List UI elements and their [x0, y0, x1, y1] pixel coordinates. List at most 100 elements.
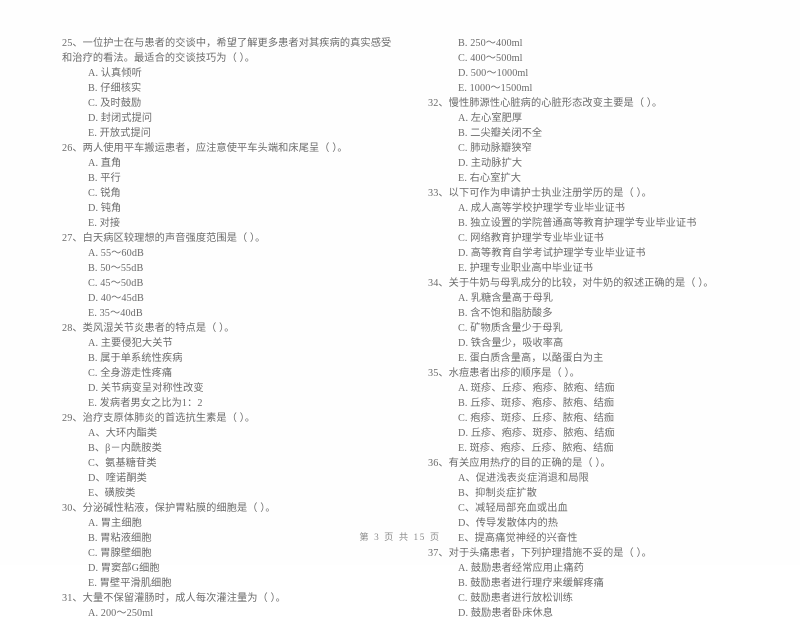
option-list: A. 直角 B. 平行 C. 锐角 D. 钝角 E. 对接 [62, 156, 392, 231]
option-d[interactable]: D. 主动脉扩大 [428, 156, 766, 171]
option-c[interactable]: C. 及时鼓励 [62, 96, 392, 111]
option-e[interactable]: E. 蛋白质含量高，以酪蛋白为主 [428, 351, 766, 366]
question-27: 27、白天病区较理想的声音强度范围是（ ）。 A. 55～60dB B. 50～… [62, 231, 392, 321]
question-25: 25、一位护士在与患者的交谈中，希望了解更多患者对其疾病的真实感受和治疗的看法。… [62, 36, 392, 141]
page-footer: 第 3 页 共 15 页 [359, 532, 441, 542]
option-b[interactable]: B. 丘疹、斑疹、疱疹、脓疱、结痂 [428, 396, 766, 411]
option-c[interactable]: C. 鼓励患者进行放松训练 [428, 591, 766, 606]
option-e[interactable]: E. 护理专业职业高中毕业证书 [428, 261, 766, 276]
exam-page: 25、一位护士在与患者的交谈中，希望了解更多患者对其疾病的真实感受和治疗的看法。… [0, 0, 800, 619]
option-e[interactable]: E. 右心室扩大 [428, 171, 766, 186]
option-a[interactable]: A. 主要侵犯大关节 [62, 336, 392, 351]
option-b[interactable]: B. 50～55dB [62, 261, 392, 276]
option-list: A. 乳糖含量高于母乳 B. 含不饱和脂肪酸多 C. 矿物质含量少于母乳 D. … [428, 291, 766, 366]
question-28: 28、类风湿关节炎患者的特点是（ ）。 A. 主要侵犯大关节 B. 属于单系统性… [62, 321, 392, 411]
question-33: 33、以下可作为申请护士执业注册学历的是（ ）。 A. 成人高等学校护理学专业毕… [428, 186, 766, 276]
option-list: A. 斑疹、丘疹、疱疹、脓疱、结痂 B. 丘疹、斑疹、疱疹、脓疱、结痂 C. 疱… [428, 381, 766, 456]
option-c[interactable]: C. 胃腺壁细胞 [62, 546, 392, 561]
option-d[interactable]: D. 高等教育自学考试护理学专业毕业证书 [428, 246, 766, 261]
question-stem: 35、水痘患者出疹的顺序是（ ）。 [428, 368, 580, 379]
option-list: A. 55～60dB B. 50～55dB C. 45～50dB D. 40～4… [62, 246, 392, 321]
option-c[interactable]: C. 400～500ml [428, 51, 766, 66]
option-b[interactable]: B. 二尖瓣关闭不全 [428, 126, 766, 141]
option-list: A. 成人高等学校护理学专业毕业证书 B. 独立设置的学院普通高等教育护理学专业… [428, 201, 766, 276]
option-d[interactable]: D、喹诺酮类 [62, 471, 392, 486]
question-stem: 26、两人使用平车搬运患者，应注意使平车头端和床尾呈（ ）。 [62, 143, 348, 154]
option-e[interactable]: E、磺胺类 [62, 486, 392, 501]
option-e[interactable]: E. 35～40dB [62, 306, 392, 321]
option-a[interactable]: A. 鼓励患者经常应用止痛药 [428, 561, 766, 576]
question-stem: 34、关于牛奶与母乳成分的比较，对牛奶的叙述正确的是（ ）。 [428, 278, 714, 289]
option-a[interactable]: A. 成人高等学校护理学专业毕业证书 [428, 201, 766, 216]
option-b[interactable]: B. 仔细核实 [62, 81, 392, 96]
option-b[interactable]: B. 鼓励患者进行理疗来缓解疼痛 [428, 576, 766, 591]
option-c[interactable]: C. 45～50dB [62, 276, 392, 291]
question-30: 30、分泌碱性粘液，保护胃粘膜的细胞是（ ）。 A. 胃主细胞 B. 胃粘液细胞… [62, 501, 392, 591]
question-stem: 33、以下可作为申请护士执业注册学历的是（ ）。 [428, 188, 652, 199]
option-list: A、大环内酯类 B、β－内酰胺类 C、氨基糖苷类 D、喹诺酮类 E、磺胺类 [62, 426, 392, 501]
option-d[interactable]: D. 铁含量少，吸收率高 [428, 336, 766, 351]
question-26: 26、两人使用平车搬运患者，应注意使平车头端和床尾呈（ ）。 A. 直角 B. … [62, 141, 392, 231]
option-d[interactable]: D. 500～1000ml [428, 66, 766, 81]
option-list: A. 主要侵犯大关节 B. 属于单系统性疾病 C. 全身游走性疼痛 D. 关节病… [62, 336, 392, 411]
question-stem: 31、大量不保留灌肠时，成人每次灌注量为（ ）。 [62, 593, 286, 604]
option-c[interactable]: C. 锐角 [62, 186, 392, 201]
question-31-continued: B. 250～400ml C. 400～500ml D. 500～1000ml … [428, 36, 766, 96]
option-d[interactable]: D. 40～45dB [62, 291, 392, 306]
option-e[interactable]: E. 胃壁平滑肌细胞 [62, 576, 392, 591]
option-a[interactable]: A. 斑疹、丘疹、疱疹、脓疱、结痂 [428, 381, 766, 396]
question-35: 35、水痘患者出疹的顺序是（ ）。 A. 斑疹、丘疹、疱疹、脓疱、结痂 B. 丘… [428, 366, 766, 456]
option-list: B. 250～400ml C. 400～500ml D. 500～1000ml … [428, 36, 766, 96]
option-a[interactable]: A. 乳糖含量高于母乳 [428, 291, 766, 306]
option-e[interactable]: E. 发病者男女之比为1：2 [62, 396, 392, 411]
option-list: A. 鼓励患者经常应用止痛药 B. 鼓励患者进行理疗来缓解疼痛 C. 鼓励患者进… [428, 561, 766, 621]
question-stem: 36、有关应用热疗的目的正确的是（ ）。 [428, 458, 611, 469]
option-d[interactable]: D. 关节病变呈对称性改变 [62, 381, 392, 396]
option-e[interactable]: E. 斑疹、疱疹、丘疹、脓疱、结痂 [428, 441, 766, 456]
option-list: A. 200～250ml [62, 606, 392, 621]
question-stem: 28、类风湿关节炎患者的特点是（ ）。 [62, 323, 235, 334]
option-e[interactable]: E. 1000～1500ml [428, 81, 766, 96]
option-d[interactable]: D. 封闭式提问 [62, 111, 392, 126]
option-a[interactable]: A. 200～250ml [62, 606, 392, 621]
option-a[interactable]: A. 55～60dB [62, 246, 392, 261]
question-32: 32、慢性肺源性心脏病的心脏形态改变主要是（ ）。 A. 左心室肥厚 B. 二尖… [428, 96, 766, 186]
option-d[interactable]: D. 胃窦部G细胞 [62, 561, 392, 576]
option-a[interactable]: A. 左心室肥厚 [428, 111, 766, 126]
option-b[interactable]: B、β－内酰胺类 [62, 441, 392, 456]
option-a[interactable]: A. 认真倾听 [62, 66, 392, 81]
option-b[interactable]: B. 含不饱和脂肪酸多 [428, 306, 766, 321]
option-c[interactable]: C. 肺动脉瓣狭窄 [428, 141, 766, 156]
question-stem: 29、治疗支原体肺炎的首选抗生素是（ ）。 [62, 413, 256, 424]
option-c[interactable]: C. 疱疹、斑疹、丘疹、脓疱、结痂 [428, 411, 766, 426]
question-stem: 37、对于头痛患者，下列护理措施不妥的是（ ）。 [428, 548, 652, 559]
question-31: 31、大量不保留灌肠时，成人每次灌注量为（ ）。 A. 200～250ml [62, 591, 392, 621]
option-d[interactable]: D. 鼓励患者卧床休息 [428, 606, 766, 621]
option-b[interactable]: B. 属于单系统性疾病 [62, 351, 392, 366]
option-e[interactable]: E. 开放式提问 [62, 126, 392, 141]
option-list: A. 认真倾听 B. 仔细核实 C. 及时鼓励 D. 封闭式提问 E. 开放式提… [62, 66, 392, 141]
question-stem: 27、白天病区较理想的声音强度范围是（ ）。 [62, 233, 266, 244]
option-d[interactable]: D. 丘疹、疱疹、斑疹、脓疱、结痂 [428, 426, 766, 441]
option-b[interactable]: B. 独立设置的学院普通高等教育护理学专业毕业证书 [428, 216, 766, 231]
option-c[interactable]: C. 网络教育护理学专业毕业证书 [428, 231, 766, 246]
question-stem: 25、一位护士在与患者的交谈中，希望了解更多患者对其疾病的真实感受和治疗的看法。… [62, 38, 392, 64]
option-d[interactable]: D. 钝角 [62, 201, 392, 216]
option-list: A. 胃主细胞 B. 胃粘液细胞 C. 胃腺壁细胞 D. 胃窦部G细胞 E. 胃… [62, 516, 392, 591]
option-b[interactable]: B、抑制炎症扩散 [428, 486, 766, 501]
option-list: A. 左心室肥厚 B. 二尖瓣关闭不全 C. 肺动脉瓣狭窄 D. 主动脉扩大 E… [428, 111, 766, 186]
option-a[interactable]: A、大环内酯类 [62, 426, 392, 441]
option-b[interactable]: B. 平行 [62, 171, 392, 186]
question-stem: 30、分泌碱性粘液，保护胃粘膜的细胞是（ ）。 [62, 503, 276, 514]
option-c[interactable]: C、减轻局部充血或出血 [428, 501, 766, 516]
option-c[interactable]: C. 矿物质含量少于母乳 [428, 321, 766, 336]
question-37: 37、对于头痛患者，下列护理措施不妥的是（ ）。 A. 鼓励患者经常应用止痛药 … [428, 546, 766, 621]
option-a[interactable]: A. 直角 [62, 156, 392, 171]
option-b[interactable]: B. 250～400ml [428, 36, 766, 51]
question-stem: 32、慢性肺源性心脏病的心脏形态改变主要是（ ）。 [428, 98, 663, 109]
option-e[interactable]: E. 对接 [62, 216, 392, 231]
question-29: 29、治疗支原体肺炎的首选抗生素是（ ）。 A、大环内酯类 B、β－内酰胺类 C… [62, 411, 392, 501]
option-a[interactable]: A、促进浅表炎症消退和局限 [428, 471, 766, 486]
option-c[interactable]: C. 全身游走性疼痛 [62, 366, 392, 381]
option-c[interactable]: C、氨基糖苷类 [62, 456, 392, 471]
